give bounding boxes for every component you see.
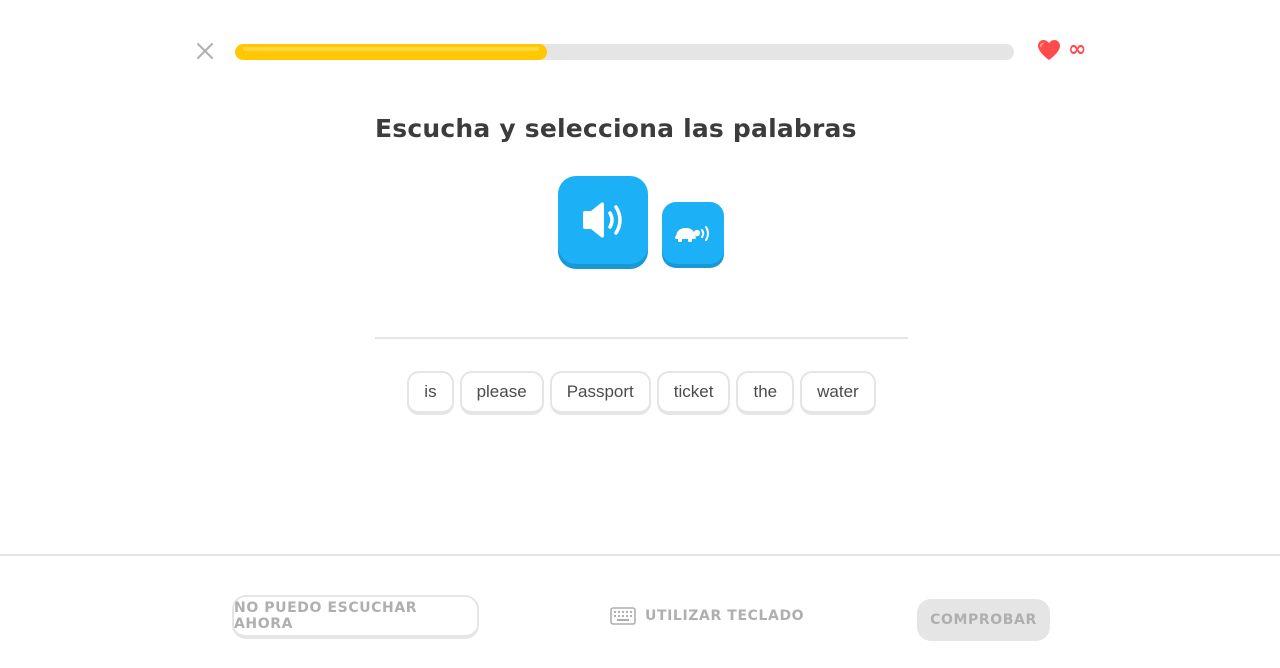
footer-divider: [0, 554, 1280, 556]
progress-bar-fill: [235, 44, 547, 60]
answer-area[interactable]: [375, 337, 908, 339]
word-tile-water[interactable]: water: [800, 371, 876, 415]
close-button[interactable]: [193, 39, 217, 63]
word-bank: is please Passport ticket the water: [0, 371, 1280, 415]
heart-icon: [1038, 40, 1060, 60]
play-audio-button[interactable]: [558, 176, 648, 264]
turtle-icon: [675, 226, 709, 242]
challenge-title: Escucha y selecciona las palabras: [375, 114, 857, 143]
check-button[interactable]: COMPROBAR: [917, 599, 1050, 641]
progress-bar: [235, 44, 1014, 60]
use-keyboard-button[interactable]: UTILIZAR TECLADO: [610, 604, 804, 628]
infinite-lives-label: ∞: [1068, 37, 1087, 62]
close-icon: [197, 43, 213, 59]
hearts-counter[interactable]: ∞: [1036, 38, 1086, 62]
word-tile-passport[interactable]: Passport: [549, 371, 651, 415]
use-keyboard-label: UTILIZAR TECLADO: [645, 608, 805, 624]
word-tile-is[interactable]: is: [407, 371, 454, 415]
speaker-icon: [583, 202, 622, 238]
lesson-page: ∞ Escucha y selecciona las palabras is p…: [0, 0, 1280, 668]
word-tile-please[interactable]: please: [459, 371, 544, 415]
cant-listen-button[interactable]: NO PUEDO ESCUCHAR AHORA: [232, 595, 479, 639]
word-tile-ticket[interactable]: ticket: [656, 371, 731, 415]
keyboard-icon: [610, 607, 636, 625]
word-tile-the[interactable]: the: [736, 371, 795, 415]
slow-audio-button[interactable]: [662, 202, 724, 264]
